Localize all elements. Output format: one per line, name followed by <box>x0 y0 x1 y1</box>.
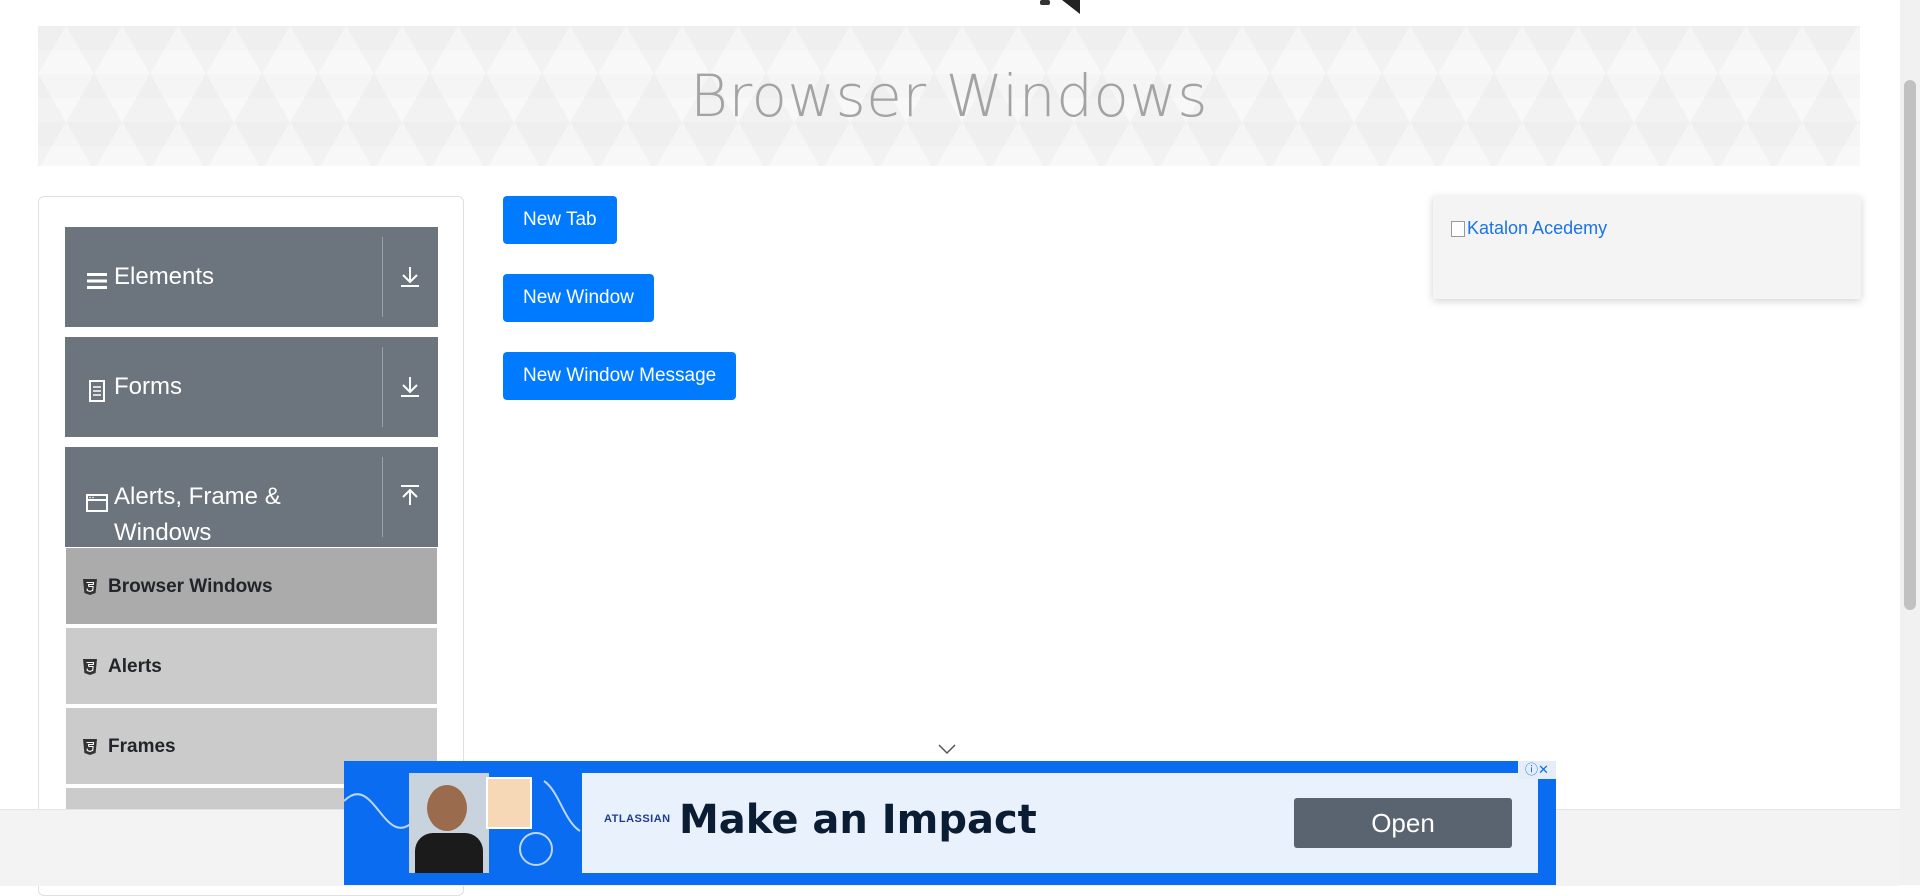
sidebar-group-elements[interactable]: Elements <box>65 227 438 327</box>
download-arrow-icon[interactable] <box>398 373 422 399</box>
document-icon <box>89 380 105 402</box>
new-window-message-button[interactable]: New Window Message <box>503 352 737 400</box>
sidebar-group-label-line1: Alerts, Frame & <box>114 483 281 510</box>
broken-image-icon <box>1451 220 1465 237</box>
sidebar-group-label: Forms <box>114 373 182 400</box>
scrollbar-thumb[interactable] <box>1904 80 1916 610</box>
ad-person-photo <box>409 773 489 873</box>
html5-icon <box>83 659 97 675</box>
chevron-down-icon[interactable] <box>937 742 957 756</box>
ad-open-button[interactable]: Open <box>1294 798 1512 848</box>
html5-icon <box>83 579 97 595</box>
page-header-banner: Browser Windows <box>38 26 1860 166</box>
html5-icon <box>83 739 97 755</box>
site-logo-fragment <box>1040 0 1080 14</box>
window-icon <box>86 494 108 512</box>
katalon-ad-box[interactable]: Katalon Acedemy <box>1433 196 1861 299</box>
menu-icon <box>87 273 107 289</box>
katalon-ad-alt-text: Katalon Acedemy <box>1467 218 1608 238</box>
sidebar-group-label-line2: Windows <box>114 519 212 546</box>
sidebar-item-label: Alerts <box>108 656 162 677</box>
sidebar-group-alerts-frame-windows[interactable]: Alerts, Frame & Windows <box>65 447 438 547</box>
ad-face <box>427 785 467 831</box>
new-window-button[interactable]: New Window <box>503 274 654 322</box>
atlassian-logo: ATLASSIAN <box>604 813 671 825</box>
upload-arrow-icon[interactable] <box>398 483 422 509</box>
adchoices-icon[interactable]: ⓘ✕ <box>1518 761 1556 779</box>
sidebar-group-label: Elements <box>114 263 215 290</box>
sidebar-item-label: Frames <box>108 736 176 757</box>
divider <box>382 347 383 427</box>
katalon-ad-image[interactable]: Katalon Acedemy <box>1451 218 1607 239</box>
sidebar-item-alerts[interactable]: Alerts <box>66 628 437 706</box>
ad-secondary-photo <box>486 777 532 829</box>
sidebar-group-forms[interactable]: Forms <box>65 337 438 437</box>
ad-shirt <box>415 833 483 873</box>
atlassian-banner-ad[interactable]: ATLASSIAN Make an Impact Open ⓘ✕ <box>344 761 1556 885</box>
sidebar-item-browser-windows[interactable]: Browser Windows <box>66 548 437 626</box>
sidebar-item-label: Browser Windows <box>108 576 273 597</box>
new-tab-button[interactable]: New Tab <box>503 196 617 244</box>
ad-headline: Make an Impact <box>679 797 1037 843</box>
ad-content-panel: ATLASSIAN Make an Impact Open <box>582 773 1538 873</box>
download-arrow-icon[interactable] <box>398 263 422 289</box>
page-title: Browser Windows <box>689 62 1209 130</box>
page-scrollbar[interactable] <box>1900 0 1920 885</box>
divider <box>382 237 383 317</box>
divider <box>382 457 383 537</box>
